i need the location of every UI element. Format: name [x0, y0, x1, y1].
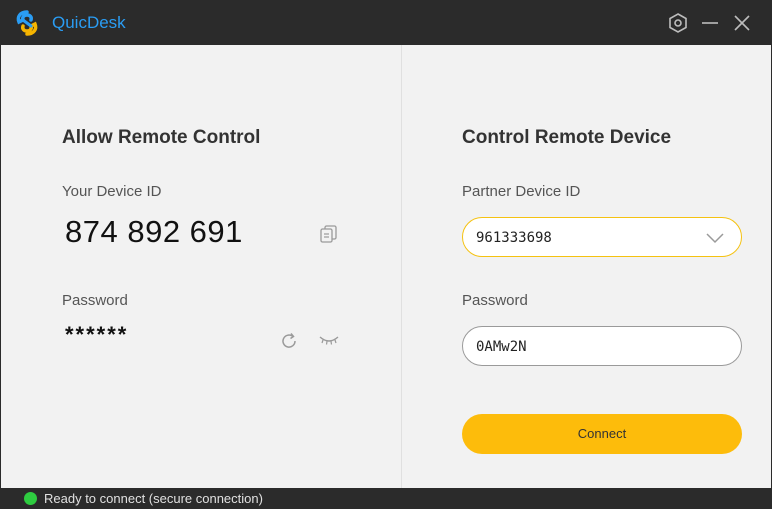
eye-hidden-icon[interactable] — [318, 332, 340, 353]
app-title: QuicDesk — [52, 13, 126, 32]
panel-divider — [401, 45, 402, 488]
partner-id-label: Partner Device ID — [462, 183, 581, 200]
chevron-down-icon[interactable] — [705, 231, 725, 249]
control-password-value: 0AMw2N — [476, 339, 527, 355]
connect-button[interactable]: Connect — [462, 414, 742, 454]
device-id-value: 874 892 691 — [65, 214, 243, 249]
control-password-label: Password — [462, 292, 528, 309]
partner-id-value: 961333698 — [476, 230, 552, 246]
control-remote-heading: Control Remote Device — [462, 127, 672, 148]
settings-icon[interactable] — [667, 12, 689, 34]
device-id-label: Your Device ID — [62, 183, 162, 200]
partner-id-input[interactable]: 961333698 — [462, 217, 742, 257]
status-bar: Ready to connect (secure connection) — [0, 488, 772, 509]
quicdesk-logo-icon — [14, 9, 40, 37]
status-text: Ready to connect (secure connection) — [44, 491, 263, 506]
close-icon[interactable] — [731, 12, 753, 34]
allow-remote-heading: Allow Remote Control — [62, 127, 261, 148]
allow-password-label: Password — [62, 292, 128, 309]
title-bar: QuicDesk — [0, 0, 772, 45]
copy-icon[interactable] — [319, 224, 339, 249]
refresh-icon[interactable] — [279, 331, 299, 356]
password-masked-value: ****** — [65, 322, 129, 347]
control-password-input[interactable]: 0AMw2N — [462, 326, 742, 366]
status-indicator-icon — [24, 492, 37, 505]
minimize-icon[interactable] — [699, 12, 721, 34]
